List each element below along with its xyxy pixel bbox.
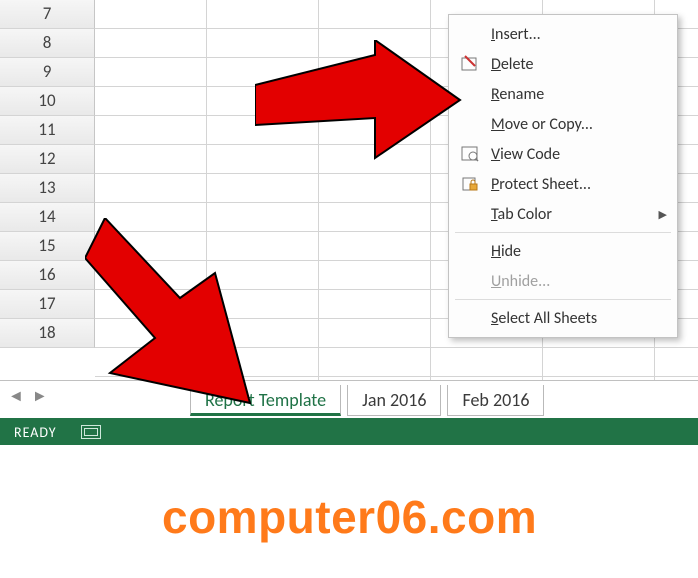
watermark-text: computer06.com xyxy=(162,490,537,544)
menu-label: Select All Sheets xyxy=(491,309,597,328)
row-header[interactable]: 17 xyxy=(0,290,95,319)
view-code-icon xyxy=(461,145,479,163)
sheet-tabs: Report Template Jan 2016 Feb 2016 xyxy=(190,385,544,416)
menu-label: Protect Sheet... xyxy=(491,175,591,194)
row-header[interactable]: 15 xyxy=(0,232,95,261)
status-bar: READY xyxy=(0,418,698,445)
menu-label: Hide xyxy=(491,242,521,261)
sheet-tab-strip: ◄ ► Report Template Jan 2016 Feb 2016 xyxy=(0,380,698,420)
menu-label: Unhide... xyxy=(491,272,550,291)
row-header[interactable]: 13 xyxy=(0,174,95,203)
row-header[interactable]: 16 xyxy=(0,261,95,290)
sheet-tab[interactable]: Feb 2016 xyxy=(447,385,544,416)
row-header[interactable]: 8 xyxy=(0,29,95,58)
submenu-arrow-icon: ▶ xyxy=(659,208,667,221)
row-header[interactable]: 11 xyxy=(0,116,95,145)
row-header[interactable]: 18 xyxy=(0,319,95,348)
excel-window: 7 8 9 10 11 12 13 14 15 16 17 18 xyxy=(0,0,698,445)
row-header[interactable]: 14 xyxy=(0,203,95,232)
menu-label: Tab Color xyxy=(491,205,552,224)
menu-separator xyxy=(455,232,671,233)
menu-label: View Code xyxy=(491,145,560,164)
menu-select-all-sheets[interactable]: Select All Sheets xyxy=(449,303,677,333)
delete-icon xyxy=(461,55,479,73)
menu-insert[interactable]: Insert... xyxy=(449,19,677,49)
menu-separator xyxy=(455,299,671,300)
row-header[interactable]: 9 xyxy=(0,58,95,87)
row-header[interactable]: 12 xyxy=(0,145,95,174)
row-header[interactable]: 10 xyxy=(0,87,95,116)
menu-tab-color[interactable]: Tab Color ▶ xyxy=(449,199,677,229)
menu-label: Rename xyxy=(491,85,544,104)
menu-label: Move or Copy... xyxy=(491,115,593,134)
menu-label: Delete xyxy=(491,55,534,74)
menu-hide[interactable]: Hide xyxy=(449,236,677,266)
menu-protect-sheet[interactable]: Protect Sheet... xyxy=(449,169,677,199)
menu-label: Insert... xyxy=(491,25,541,44)
status-text: READY xyxy=(14,424,57,441)
sheet-context-menu: Insert... Delete Rename Move or Copy... … xyxy=(448,14,678,338)
menu-view-code[interactable]: View Code xyxy=(449,139,677,169)
menu-unhide: Unhide... xyxy=(449,266,677,296)
menu-rename[interactable]: Rename xyxy=(449,79,677,109)
macro-record-icon[interactable] xyxy=(81,425,101,439)
sheet-tab[interactable]: Jan 2016 xyxy=(347,385,441,416)
sheet-tab-active[interactable]: Report Template xyxy=(190,385,341,416)
tab-scroll-left-icon[interactable]: ◄ xyxy=(8,387,24,406)
menu-move-or-copy[interactable]: Move or Copy... xyxy=(449,109,677,139)
row-header-column: 7 8 9 10 11 12 13 14 15 16 17 18 xyxy=(0,0,95,348)
row-header[interactable]: 7 xyxy=(0,0,95,29)
tab-scroll-right-icon[interactable]: ► xyxy=(32,387,48,406)
menu-delete[interactable]: Delete xyxy=(449,49,677,79)
tab-scroll-nav: ◄ ► xyxy=(8,387,48,406)
protect-icon xyxy=(461,175,479,193)
